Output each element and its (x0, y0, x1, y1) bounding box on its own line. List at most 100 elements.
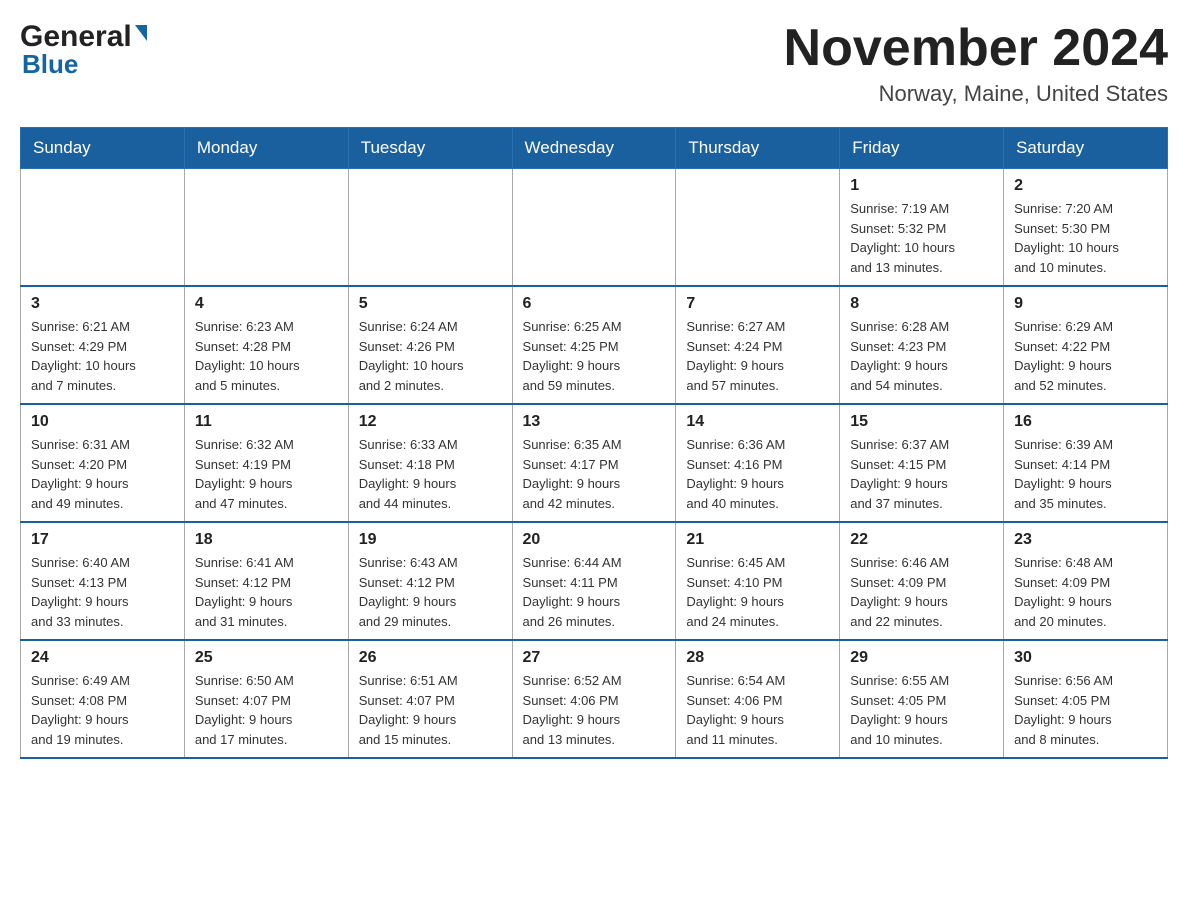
calendar-cell: 11 Sunrise: 6:32 AM Sunset: 4:19 PM Dayli… (184, 404, 348, 522)
weekday-header-friday: Friday (840, 128, 1004, 169)
weekday-header-row: SundayMondayTuesdayWednesdayThursdayFrid… (21, 128, 1168, 169)
calendar-cell: 7Sunrise: 6:27 AM Sunset: 4:24 PM Daylig… (676, 286, 840, 404)
day-info: Sunrise: 6:24 AM Sunset: 4:26 PM Dayligh… (359, 317, 502, 395)
day-number: 15 (850, 413, 993, 431)
calendar-cell (512, 169, 676, 287)
calendar-cell: 20 Sunrise: 6:44 AM Sunset: 4:11 PM Dayli… (512, 522, 676, 640)
calendar-cell: 13 Sunrise: 6:35 AM Sunset: 4:17 PM Dayli… (512, 404, 676, 522)
calendar-cell: 19 Sunrise: 6:43 AM Sunset: 4:12 PM Dayli… (348, 522, 512, 640)
day-info: Sunrise: 6:39 AM Sunset: 4:14 PM Dayligh… (1014, 435, 1157, 513)
day-number: 11 (195, 413, 338, 431)
day-info: Sunrise: 6:33 AM Sunset: 4:18 PM Dayligh… (359, 435, 502, 513)
day-number: 21 (686, 531, 829, 549)
day-info: Sunrise: 6:43 AM Sunset: 4:12 PM Dayligh… (359, 553, 502, 631)
calendar-title: November 2024 (784, 20, 1168, 77)
weekday-header-saturday: Saturday (1004, 128, 1168, 169)
calendar-week-4: 17 Sunrise: 6:40 AM Sunset: 4:13 PM Dayli… (21, 522, 1168, 640)
day-number: 10 (31, 413, 174, 431)
calendar-cell: 16 Sunrise: 6:39 AM Sunset: 4:14 PM Dayli… (1004, 404, 1168, 522)
day-info: Sunrise: 6:32 AM Sunset: 4:19 PM Dayligh… (195, 435, 338, 513)
calendar-cell: 25 Sunrise: 6:50 AM Sunset: 4:07 PM Dayli… (184, 640, 348, 758)
calendar-week-3: 10 Sunrise: 6:31 AM Sunset: 4:20 PM Dayli… (21, 404, 1168, 522)
weekday-header-wednesday: Wednesday (512, 128, 676, 169)
day-number: 17 (31, 531, 174, 549)
day-number: 29 (850, 649, 993, 667)
day-number: 6 (523, 295, 666, 313)
calendar-cell (676, 169, 840, 287)
day-info: Sunrise: 6:23 AM Sunset: 4:28 PM Dayligh… (195, 317, 338, 395)
calendar-cell: 1 Sunrise: 7:19 AM Sunset: 5:32 PM Daylig… (840, 169, 1004, 287)
calendar-cell (348, 169, 512, 287)
day-number: 1 (850, 177, 993, 195)
day-number: 26 (359, 649, 502, 667)
day-number: 12 (359, 413, 502, 431)
day-number: 19 (359, 531, 502, 549)
logo-blue-text: Blue (22, 49, 147, 80)
day-number: 28 (686, 649, 829, 667)
calendar-cell (21, 169, 185, 287)
calendar-cell: 17 Sunrise: 6:40 AM Sunset: 4:13 PM Dayli… (21, 522, 185, 640)
calendar-cell: 26 Sunrise: 6:51 AM Sunset: 4:07 PM Dayli… (348, 640, 512, 758)
day-info: Sunrise: 6:55 AM Sunset: 4:05 PM Dayligh… (850, 671, 993, 749)
calendar-cell: 15 Sunrise: 6:37 AM Sunset: 4:15 PM Dayli… (840, 404, 1004, 522)
day-info: Sunrise: 7:19 AM Sunset: 5:32 PM Dayligh… (850, 199, 993, 277)
day-info: Sunrise: 6:28 AM Sunset: 4:23 PM Dayligh… (850, 317, 993, 395)
day-info: Sunrise: 6:31 AM Sunset: 4:20 PM Dayligh… (31, 435, 174, 513)
day-info: Sunrise: 6:36 AM Sunset: 4:16 PM Dayligh… (686, 435, 829, 513)
day-info: Sunrise: 6:45 AM Sunset: 4:10 PM Dayligh… (686, 553, 829, 631)
day-info: Sunrise: 6:46 AM Sunset: 4:09 PM Dayligh… (850, 553, 993, 631)
day-info: Sunrise: 6:50 AM Sunset: 4:07 PM Dayligh… (195, 671, 338, 749)
calendar-cell: 10 Sunrise: 6:31 AM Sunset: 4:20 PM Dayli… (21, 404, 185, 522)
day-info: Sunrise: 6:37 AM Sunset: 4:15 PM Dayligh… (850, 435, 993, 513)
day-number: 7 (686, 295, 829, 313)
day-info: Sunrise: 6:29 AM Sunset: 4:22 PM Dayligh… (1014, 317, 1157, 395)
day-number: 5 (359, 295, 502, 313)
day-number: 16 (1014, 413, 1157, 431)
weekday-header-thursday: Thursday (676, 128, 840, 169)
day-info: Sunrise: 6:49 AM Sunset: 4:08 PM Dayligh… (31, 671, 174, 749)
day-number: 14 (686, 413, 829, 431)
calendar-cell: 2Sunrise: 7:20 AM Sunset: 5:30 PM Daylig… (1004, 169, 1168, 287)
calendar-table: SundayMondayTuesdayWednesdayThursdayFrid… (20, 127, 1168, 759)
day-info: Sunrise: 7:20 AM Sunset: 5:30 PM Dayligh… (1014, 199, 1157, 277)
calendar-subtitle: Norway, Maine, United States (784, 81, 1168, 107)
calendar-cell: 4 Sunrise: 6:23 AM Sunset: 4:28 PM Daylig… (184, 286, 348, 404)
day-info: Sunrise: 6:40 AM Sunset: 4:13 PM Dayligh… (31, 553, 174, 631)
day-number: 30 (1014, 649, 1157, 667)
day-info: Sunrise: 6:21 AM Sunset: 4:29 PM Dayligh… (31, 317, 174, 395)
day-number: 8 (850, 295, 993, 313)
calendar-cell: 3 Sunrise: 6:21 AM Sunset: 4:29 PM Daylig… (21, 286, 185, 404)
day-number: 20 (523, 531, 666, 549)
calendar-cell: 8 Sunrise: 6:28 AM Sunset: 4:23 PM Daylig… (840, 286, 1004, 404)
calendar-cell: 14 Sunrise: 6:36 AM Sunset: 4:16 PM Dayli… (676, 404, 840, 522)
page-header: General Blue November 2024 Norway, Maine… (20, 20, 1168, 107)
day-number: 4 (195, 295, 338, 313)
calendar-cell: 23Sunrise: 6:48 AM Sunset: 4:09 PM Dayli… (1004, 522, 1168, 640)
day-number: 13 (523, 413, 666, 431)
day-info: Sunrise: 6:54 AM Sunset: 4:06 PM Dayligh… (686, 671, 829, 749)
calendar-cell: 18Sunrise: 6:41 AM Sunset: 4:12 PM Dayli… (184, 522, 348, 640)
day-number: 22 (850, 531, 993, 549)
calendar-cell: 29 Sunrise: 6:55 AM Sunset: 4:05 PM Dayli… (840, 640, 1004, 758)
calendar-week-2: 3 Sunrise: 6:21 AM Sunset: 4:29 PM Daylig… (21, 286, 1168, 404)
calendar-cell: 30Sunrise: 6:56 AM Sunset: 4:05 PM Dayli… (1004, 640, 1168, 758)
weekday-header-tuesday: Tuesday (348, 128, 512, 169)
calendar-cell: 6 Sunrise: 6:25 AM Sunset: 4:25 PM Daylig… (512, 286, 676, 404)
day-info: Sunrise: 6:35 AM Sunset: 4:17 PM Dayligh… (523, 435, 666, 513)
calendar-cell: 27Sunrise: 6:52 AM Sunset: 4:06 PM Dayli… (512, 640, 676, 758)
calendar-cell: 24Sunrise: 6:49 AM Sunset: 4:08 PM Dayli… (21, 640, 185, 758)
logo: General Blue (20, 20, 147, 80)
day-number: 3 (31, 295, 174, 313)
logo-triangle-icon (135, 25, 147, 41)
calendar-cell: 21 Sunrise: 6:45 AM Sunset: 4:10 PM Dayli… (676, 522, 840, 640)
day-number: 23 (1014, 531, 1157, 549)
weekday-header-monday: Monday (184, 128, 348, 169)
title-area: November 2024 Norway, Maine, United Stat… (784, 20, 1168, 107)
day-info: Sunrise: 6:25 AM Sunset: 4:25 PM Dayligh… (523, 317, 666, 395)
day-number: 25 (195, 649, 338, 667)
day-info: Sunrise: 6:44 AM Sunset: 4:11 PM Dayligh… (523, 553, 666, 631)
day-info: Sunrise: 6:41 AM Sunset: 4:12 PM Dayligh… (195, 553, 338, 631)
day-number: 9 (1014, 295, 1157, 313)
calendar-week-1: 1 Sunrise: 7:19 AM Sunset: 5:32 PM Daylig… (21, 169, 1168, 287)
day-info: Sunrise: 6:51 AM Sunset: 4:07 PM Dayligh… (359, 671, 502, 749)
